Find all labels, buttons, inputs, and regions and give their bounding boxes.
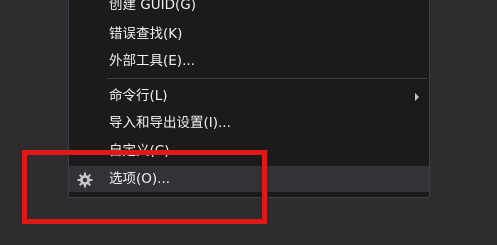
menu-item-command-line[interactable]: 命令行(L) xyxy=(69,83,429,109)
menu-item-label: 创建 GUID(G) xyxy=(109,0,197,13)
menu-separator xyxy=(107,78,427,79)
menu-item-label: 错误查找(K) xyxy=(109,26,183,42)
menu-item-label: 外部工具(E)... xyxy=(109,53,195,69)
menu-item-error-lookup[interactable]: 错误查找(K) xyxy=(69,21,429,47)
chevron-right-icon xyxy=(415,93,419,101)
menu-item-import-export-settings[interactable]: 导入和导出设置(I)... xyxy=(69,110,429,136)
menu-item-external-tools[interactable]: 外部工具(E)... xyxy=(69,48,429,74)
menu-item-label: 导入和导出设置(I)... xyxy=(109,115,231,131)
menu-item-create-guid[interactable]: 创建 GUID(G) xyxy=(69,0,429,18)
highlight-annotation-box xyxy=(22,150,267,224)
menu-item-label: 命令行(L) xyxy=(109,88,168,104)
